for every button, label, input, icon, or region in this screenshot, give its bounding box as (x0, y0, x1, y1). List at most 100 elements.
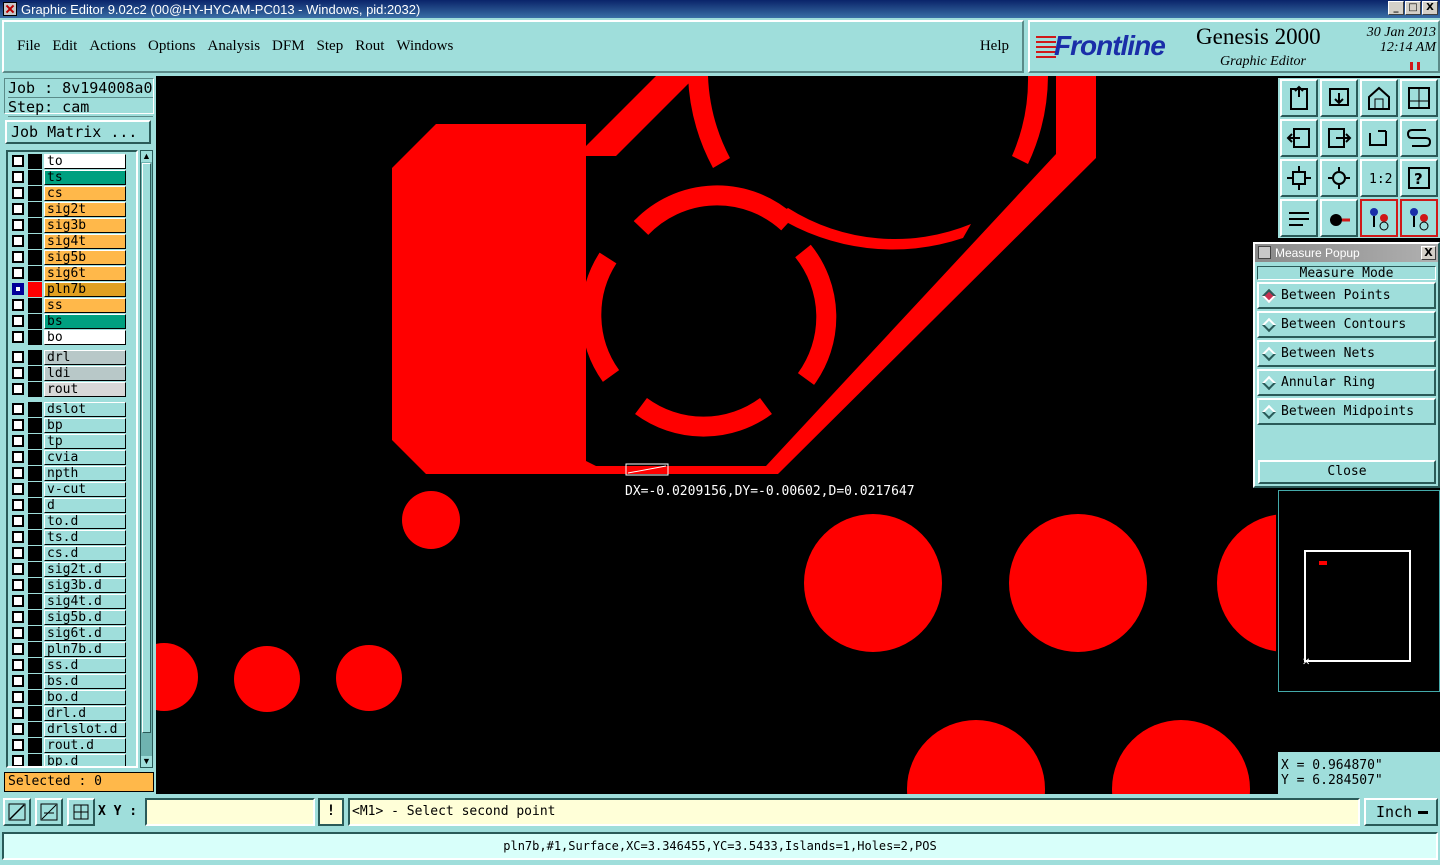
layer-name[interactable]: bs (44, 314, 126, 329)
layer-name[interactable]: sig4t (44, 234, 126, 249)
layer-row-sig6t[interactable]: sig6t (10, 266, 126, 281)
menu-windows[interactable]: Windows (396, 38, 453, 55)
layer-name[interactable]: sig3b (44, 218, 126, 233)
layer-name[interactable]: ldi (44, 366, 126, 381)
layer-name[interactable]: bp (44, 418, 126, 433)
layer-row-cvia[interactable]: cvia (10, 450, 126, 465)
layer-row-v-cut[interactable]: v-cut (10, 482, 126, 497)
layer-name[interactable]: sig5b.d (44, 610, 126, 625)
net-select-button[interactable] (1400, 199, 1438, 237)
layer-row-sig5b[interactable]: sig5b (10, 250, 126, 265)
layer-checkbox[interactable] (12, 627, 24, 639)
measure-option-between-nets[interactable]: Between Nets (1257, 340, 1436, 367)
scroll-up-icon[interactable]: ▲ (141, 151, 152, 162)
layer-row-bo.d[interactable]: bo.d (10, 690, 126, 705)
close-window-button[interactable]: X (1422, 1, 1438, 15)
layer-name[interactable]: tp (44, 434, 126, 449)
xy-input[interactable] (145, 798, 315, 826)
grid-button[interactable] (67, 798, 95, 826)
layer-row-rout[interactable]: rout (10, 382, 126, 397)
layer-name[interactable]: to (44, 154, 126, 169)
menu-options[interactable]: Options (148, 38, 196, 55)
layer-name[interactable]: cs.d (44, 546, 126, 561)
layer-name[interactable]: bo (44, 330, 126, 345)
layer-row-cs.d[interactable]: cs.d (10, 546, 126, 561)
layer-checkbox[interactable] (12, 739, 24, 751)
layer-checkbox[interactable] (12, 331, 24, 343)
layer-row-cs[interactable]: cs (10, 186, 126, 201)
layer-row-npth[interactable]: npth (10, 466, 126, 481)
layer-checkbox[interactable] (12, 419, 24, 431)
layer-checkbox[interactable] (12, 483, 24, 495)
layer-name[interactable]: sig6t (44, 266, 126, 281)
menu-actions[interactable]: Actions (89, 38, 136, 55)
layer-row-drlslot.d[interactable]: drlslot.d (10, 722, 126, 737)
layer-row-bp[interactable]: bp (10, 418, 126, 433)
scale-button[interactable]: 1:2 (1360, 159, 1398, 197)
layer-row-pln7b[interactable]: pln7b (10, 282, 126, 297)
layer-name[interactable]: drlslot.d (44, 722, 126, 737)
layer-row-rout.d[interactable]: rout.d (10, 738, 126, 753)
redraw-button[interactable] (1360, 119, 1398, 157)
center-button[interactable] (1320, 159, 1358, 197)
layer-row-sig5b.d[interactable]: sig5b.d (10, 610, 126, 625)
snap-button[interactable] (3, 798, 31, 826)
layer-name[interactable]: bp.d (44, 754, 126, 766)
layer-row-ss.d[interactable]: ss.d (10, 658, 126, 673)
layer-row-ts.d[interactable]: ts.d (10, 530, 126, 545)
overview-map[interactable]: ✕ (1278, 490, 1440, 692)
layer-checkbox[interactable] (12, 283, 24, 295)
measure-option-between-contours[interactable]: Between Contours (1257, 311, 1436, 338)
layer-checkbox[interactable] (12, 219, 24, 231)
menu-step[interactable]: Step (317, 38, 344, 55)
layer-row-pln7b.d[interactable]: pln7b.d (10, 642, 126, 657)
layer-checkbox[interactable] (12, 171, 24, 183)
measure-option-annular-ring[interactable]: Annular Ring (1257, 369, 1436, 396)
layer-checkbox[interactable] (12, 251, 24, 263)
tools-button[interactable] (1280, 199, 1318, 237)
popup-close-icon[interactable]: X (1421, 246, 1436, 260)
layer-checkbox[interactable] (12, 611, 24, 623)
popup-close-button[interactable]: Close (1258, 460, 1436, 484)
menu-file[interactable]: File (17, 38, 40, 55)
layer-row-bs.d[interactable]: bs.d (10, 674, 126, 689)
layer-name[interactable]: drl.d (44, 706, 126, 721)
layer-checkbox[interactable] (12, 547, 24, 559)
layer-name[interactable]: v-cut (44, 482, 126, 497)
layer-name[interactable]: ss (44, 298, 126, 313)
layer-name[interactable]: sig5b (44, 250, 126, 265)
job-matrix-button[interactable]: Job Matrix ... (5, 120, 151, 144)
layer-row-to[interactable]: to (10, 154, 126, 169)
layer-name[interactable]: dslot (44, 402, 126, 417)
minimize-button[interactable]: _ (1388, 1, 1404, 15)
layer-name[interactable]: npth (44, 466, 126, 481)
layer-checkbox[interactable] (12, 675, 24, 687)
measure-option-between-midpoints[interactable]: Between Midpoints (1257, 398, 1436, 425)
menu-analysis[interactable]: Analysis (208, 38, 261, 55)
overview-drawing[interactable]: ✕ (1279, 491, 1439, 691)
layer-row-bp.d[interactable]: bp.d (10, 754, 126, 766)
layer-row-ss[interactable]: ss (10, 298, 126, 313)
layer-checkbox[interactable] (12, 299, 24, 311)
layer-name[interactable]: d (44, 498, 126, 513)
layer-name[interactable]: ts (44, 170, 126, 185)
layer-row-sig6t.d[interactable]: sig6t.d (10, 626, 126, 641)
layer-checkbox[interactable] (12, 367, 24, 379)
layer-name[interactable]: sig6t.d (44, 626, 126, 641)
layer-checkbox[interactable] (12, 499, 24, 511)
layer-row-sig3b[interactable]: sig3b (10, 218, 126, 233)
scroll-thumb[interactable] (142, 163, 151, 733)
layer-checkbox[interactable] (12, 267, 24, 279)
alert-button[interactable]: ! (318, 798, 344, 826)
layer-checkbox[interactable] (12, 563, 24, 575)
layer-row-dslot[interactable]: dslot (10, 402, 126, 417)
pan-left-button[interactable] (1280, 119, 1318, 157)
layer-name[interactable]: bs.d (44, 674, 126, 689)
layer-row-tp[interactable]: tp (10, 434, 126, 449)
layer-checkbox[interactable] (12, 155, 24, 167)
layer-row-bo[interactable]: bo (10, 330, 126, 345)
layer-checkbox[interactable] (12, 755, 24, 766)
layer-row-ts[interactable]: ts (10, 170, 126, 185)
units-menu[interactable]: Inch (1364, 798, 1438, 826)
menu-rout[interactable]: Rout (355, 38, 384, 55)
